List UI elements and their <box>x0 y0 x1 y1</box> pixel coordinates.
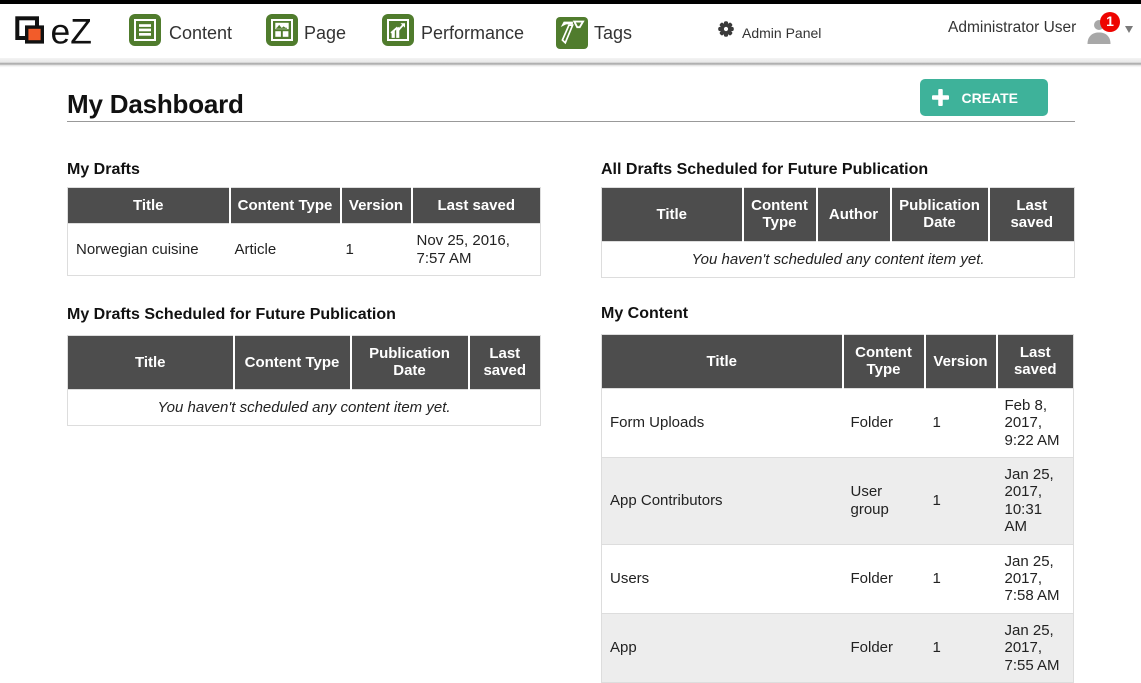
svg-text:eZ: eZ <box>51 12 92 52</box>
